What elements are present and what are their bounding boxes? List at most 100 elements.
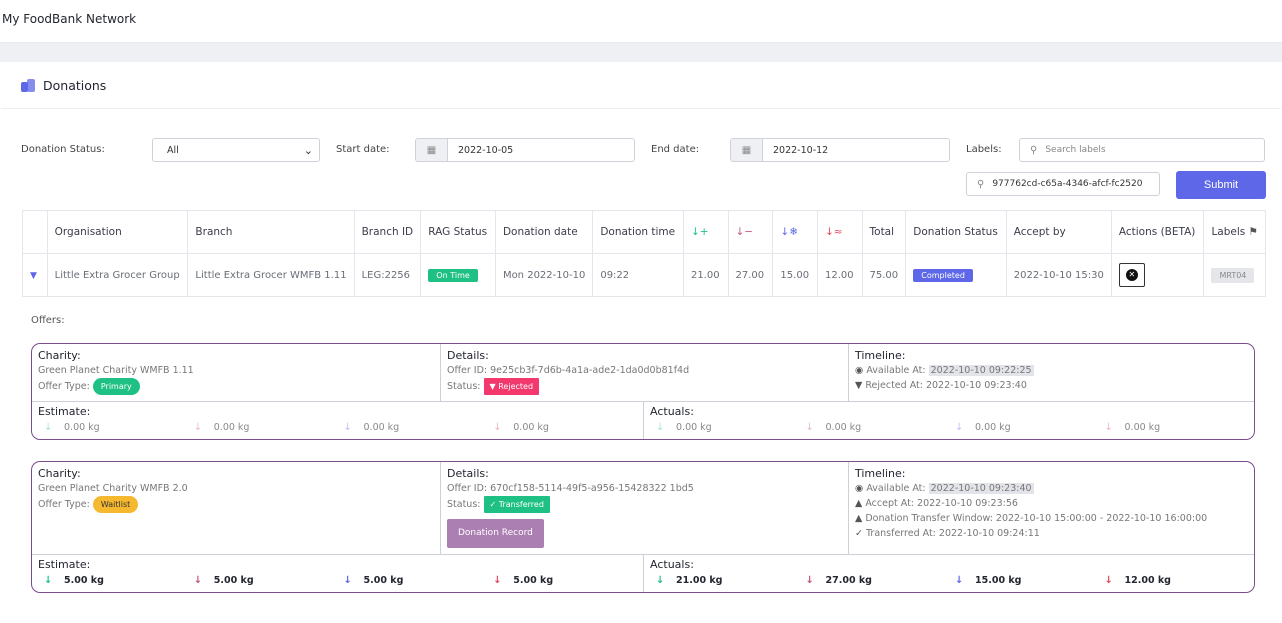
rag-badge: On Time [428,268,478,282]
donations-icon [21,78,35,92]
col-ambient[interactable]: ↓+ [682,210,729,254]
actuals-heading: Actuals: [650,405,694,418]
details-heading: Details: [447,349,489,362]
offer-timeline: Timeline: ◉ Available At: 2022-10-10 09:… [848,344,1254,401]
labels-search-input[interactable]: ⚲ Search labels [1019,138,1265,162]
col-rag-status[interactable]: RAG Status [420,210,496,254]
col-chilled[interactable]: ↓− [727,210,774,254]
offer-status-badge: ▼ Rejected [483,378,540,395]
status-select[interactable]: All ⌄ [152,138,320,162]
cell-branch: Little Extra Grocer WMFB 1.11 [187,253,355,297]
offer-type-label: Offer Type: [38,381,90,392]
status-filter-label: Donation Status: [21,144,105,155]
estimate-ambient: 0.00 kg [64,422,100,433]
offer-id: Offer ID: 670cf158-5114-49f5-a956-154283… [447,483,694,494]
thermometer-chilled-icon: ↓ [805,575,814,586]
timeline-accepted: Accept At: 2022-10-10 09:23:56 [865,498,1018,509]
filters: Donation Status: All ⌄ Start date: ▦ 202… [1,138,1281,208]
col-branch-id[interactable]: Branch ID [353,210,422,254]
timeline-rejected: Rejected At: 2022-10-10 09:23:40 [865,380,1027,391]
calendar-icon: ▦ [731,139,763,161]
timeline-transferred: Transferred At: 2022-10-10 09:24:11 [866,528,1040,539]
col-donation-status[interactable]: Donation Status [905,210,1007,254]
thermometer-ambient-icon: ↓ [44,422,53,433]
col-organisation[interactable]: Organisation [46,210,189,254]
offer-actuals: Actuals: ↓ 21.00 kg ↓ 27.00 kg ↓ 15.00 kg ↓… [643,555,1254,592]
col-donation-time[interactable]: Donation time [592,210,684,254]
calendar-icon: ▦ [416,139,448,161]
offer-id: Offer ID: 9e25cb3f-7d6b-4a1a-ade2-1da0d0… [447,365,690,376]
status-badge: Completed [913,268,973,282]
cancel-donation-button[interactable]: ✕ [1118,263,1145,287]
estimate-heading: Estimate: [38,405,91,418]
offer-actuals: Actuals: ↓ 0.00 kg ↓ 0.00 kg ↓ 0.00 kg ↓ 0.0… [643,402,1254,439]
id-search-value: 977762cd-c65a-4346-afcf-fc2520 [992,179,1143,189]
submit-button[interactable]: Submit [1176,171,1266,199]
label-tag[interactable]: MRT04 [1211,267,1255,283]
col-accept-by[interactable]: Accept by [1005,210,1112,254]
actuals-heading: Actuals: [650,558,694,571]
thermometer-chilled-icon: ↓ [805,422,814,433]
offers-label: Offers: [31,315,65,326]
offer-timeline: Timeline: ◉ Available At: 2022-10-10 09:… [848,462,1254,554]
col-total[interactable]: Total [861,210,907,254]
timeline-available-value: 2022-10-10 09:23:40 [928,483,1034,494]
caret-down-icon: ▼ [30,270,37,281]
estimate-chilled: 5.00 kg [213,575,254,586]
cell-labels: MRT04 [1203,253,1266,297]
donations-panel: Donations Donation Status: All ⌄ Start d… [1,62,1281,623]
offer-status-badge: ✓ Transferred [483,496,550,513]
thermometer-hot-icon: ↓ [1104,422,1113,433]
charity-heading: Charity: [38,349,81,362]
thermometer-ambient-icon: ↓ [44,575,53,586]
end-date-field[interactable]: ▦ 2022-10-12 [730,138,950,162]
offer-type-label: Offer Type: [38,499,90,510]
col-donation-date[interactable]: Donation date [494,210,594,254]
charity-name: Green Planet Charity WMFB 1.11 [38,365,194,376]
panel-header: Donations [1,62,1281,109]
cell-hot: 12.00 [816,253,863,297]
col-actions[interactable]: Actions (BETA) [1110,210,1205,254]
thermometer-frozen-icon: ↓❄ [780,226,799,238]
col-labels[interactable]: Labels ⚑ [1203,210,1266,254]
thermometer-frozen-icon: ↓ [955,575,964,586]
page-gap [0,43,1282,62]
timeline-heading: Timeline: [855,349,906,362]
thermometer-hot-icon: ↓ [493,422,502,433]
table-row[interactable]: ▼ Little Extra Grocer Group Little Extra… [22,253,1266,297]
timeline-available-label: Available At: [866,365,926,376]
end-date-value: 2022-10-12 [773,144,829,156]
check-icon: ✓ [855,528,863,539]
start-date-value: 2022-10-05 [458,144,514,156]
status-label: Status: [447,381,481,392]
labels-filter-label: Labels: [966,144,1002,155]
panel-title: Donations [43,77,107,93]
details-heading: Details: [447,467,489,480]
thumbs-down-icon: ▼ [489,382,496,391]
id-search-input[interactable]: ⚲ 977762cd-c65a-4346-afcf-fc2520 [966,172,1160,196]
thermometer-chilled-icon: ↓− [735,226,754,238]
col-hot[interactable]: ↓≈ [816,210,863,254]
offer-type-pill: Waitlist [92,496,139,513]
eye-icon: ◉ [855,365,864,376]
thermometer-hot-icon: ↓≈ [824,226,843,238]
thermometer-ambient-icon: ↓ [656,422,665,433]
offer-details: Details: Offer ID: 9e25cb3f-7d6b-4a1a-ad… [440,344,848,401]
cell-ambient: 21.00 [682,253,729,297]
offer-card: Charity: Green Planet Charity WMFB 1.11 … [31,343,1255,440]
start-date-field[interactable]: ▦ 2022-10-05 [415,138,635,162]
col-branch[interactable]: Branch [187,210,355,254]
cell-accept-by: 2022-10-10 15:30 [1005,253,1112,297]
expand-toggle[interactable]: ▼ [22,253,48,297]
thumbs-up-icon: ▲ [855,513,863,524]
timeline-available-label: Available At: [866,483,926,494]
tag-icon: ⚑ [1248,226,1258,238]
actual-ambient: 0.00 kg [676,422,712,433]
estimate-hot: 5.00 kg [513,575,554,586]
col-frozen[interactable]: ↓❄ [772,210,818,254]
donation-record-button[interactable]: Donation Record [447,519,544,548]
cell-frozen: 15.00 [772,253,818,297]
offer-estimate: Estimate: ↓ 0.00 kg ↓ 0.00 kg ↓ 0.00 kg ↓ 0.… [32,402,643,439]
offer-status-text: Transferred [498,500,544,509]
app-title: My FoodBank Network [0,0,1282,43]
